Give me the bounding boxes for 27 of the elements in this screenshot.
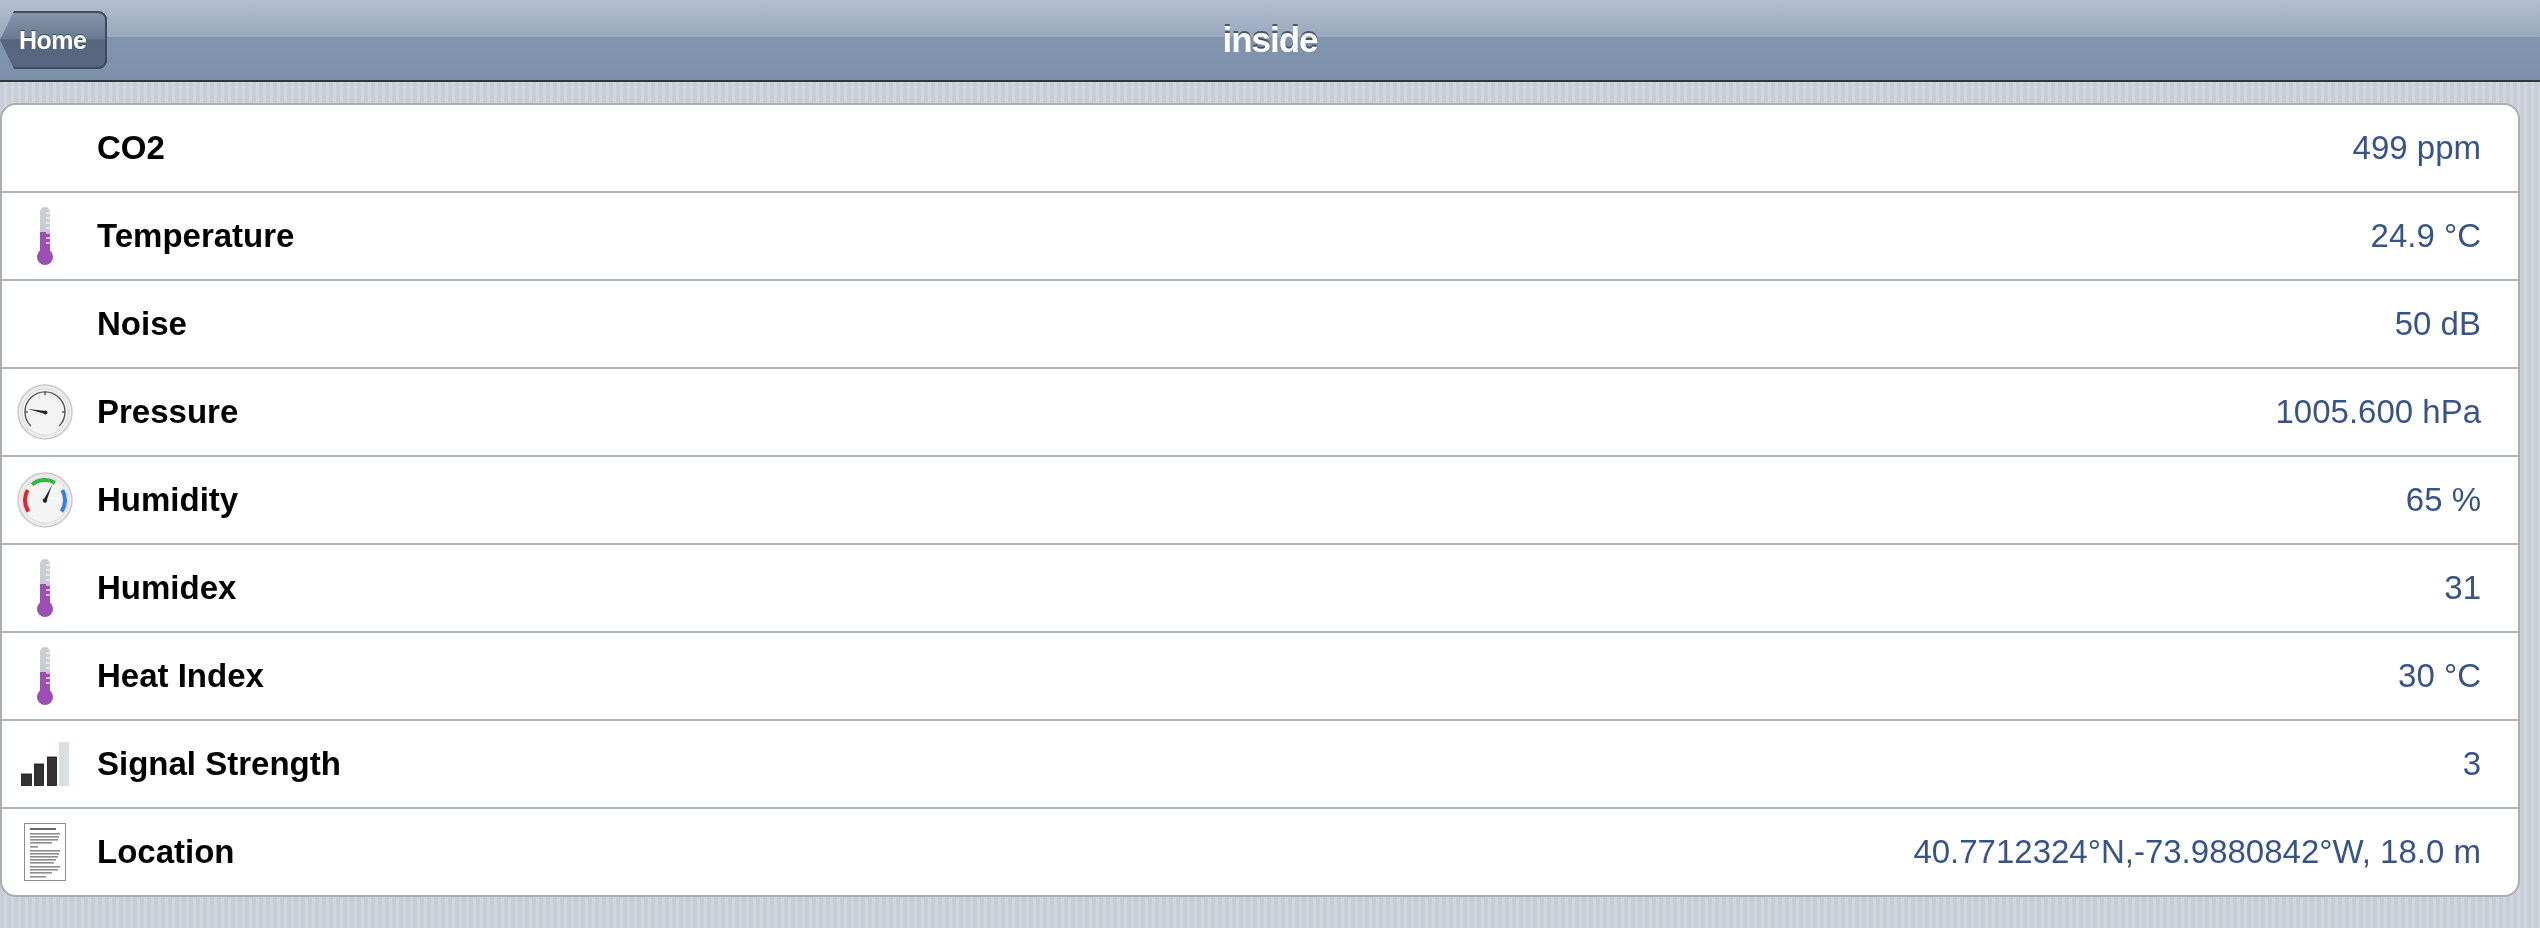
reading-value: 50 dB — [2394, 305, 2482, 343]
reading-value: 30 °C — [2398, 657, 2482, 695]
nav-title: inside — [1222, 20, 1318, 60]
reading-value: 499 ppm — [2352, 129, 2482, 167]
reading-label: Temperature — [97, 217, 295, 255]
reading-value: 65 % — [2405, 481, 2482, 519]
gauge-icon — [16, 384, 73, 440]
reading-label: Location — [97, 833, 235, 871]
reading-label: Heat Index — [97, 657, 264, 695]
reading-value: 24.9 °C — [2370, 217, 2482, 255]
reading-value: 1005.600 hPa — [2275, 393, 2482, 431]
reading-label: Pressure — [97, 393, 239, 431]
reading-value: 40.7712324°N,-73.9880842°W, 18.0 m — [1913, 833, 2482, 871]
reading-label: Humidex — [97, 569, 237, 607]
gauge-icon — [16, 472, 73, 528]
reading-label: Noise — [97, 305, 187, 343]
reading-label: Signal Strength — [97, 745, 341, 783]
thermometer-icon — [36, 647, 53, 705]
thermometer-icon — [36, 207, 53, 265]
back-button[interactable]: Home — [0, 11, 107, 69]
reading-value: 31 — [2444, 569, 2482, 607]
reading-label: Humidity — [97, 481, 239, 519]
reading-label: CO2 — [97, 129, 165, 167]
signal-bars-icon — [20, 742, 69, 786]
document-icon — [23, 823, 66, 881]
thermometer-icon — [36, 559, 53, 617]
reading-value: 3 — [2462, 745, 2482, 783]
